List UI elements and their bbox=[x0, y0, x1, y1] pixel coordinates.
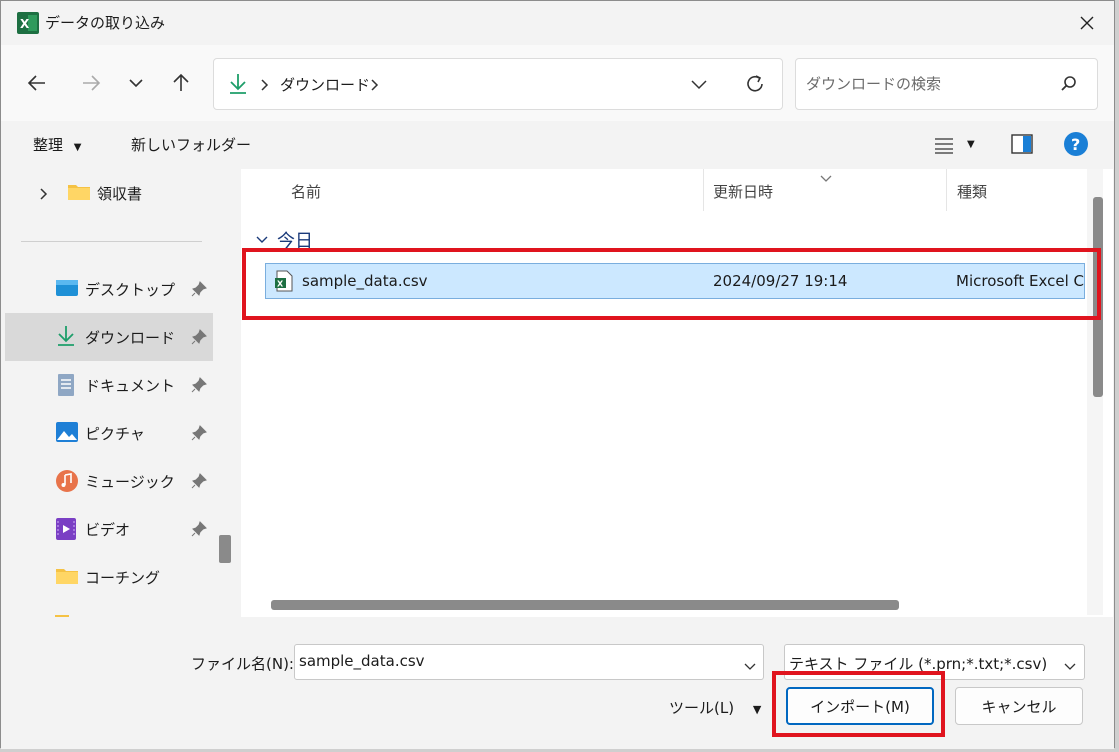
new-folder-button[interactable]: 新しいフォルダー bbox=[131, 134, 251, 155]
download-icon bbox=[55, 325, 79, 349]
collapse-chevron-icon[interactable] bbox=[255, 235, 269, 245]
column-header-name[interactable]: 名前 bbox=[291, 181, 321, 202]
download-icon bbox=[228, 73, 248, 99]
file-list-pane: 名前 更新日時 種類 今日 X sample_data.csv 2024/09/… bbox=[241, 169, 1113, 617]
sidebar-item-label: ビデオ bbox=[85, 520, 131, 539]
pin-icon[interactable] bbox=[191, 377, 207, 393]
column-divider[interactable] bbox=[946, 169, 947, 211]
tools-button[interactable]: ツール(L) ▼ bbox=[669, 697, 761, 718]
search-icon[interactable] bbox=[1060, 75, 1078, 97]
sidebar-item-coaching[interactable]: コーチング bbox=[5, 553, 213, 601]
sort-chevron-icon bbox=[819, 169, 833, 188]
filename-input[interactable] bbox=[299, 652, 719, 670]
up-arrow-icon[interactable] bbox=[165, 67, 197, 99]
breadcrumb-downloads[interactable]: ダウンロード bbox=[280, 74, 370, 95]
address-bar[interactable]: ダウンロード bbox=[213, 58, 783, 110]
folder-icon bbox=[67, 182, 91, 206]
preview-pane-icon[interactable] bbox=[1011, 134, 1033, 158]
sidebar-item-pictures[interactable]: ピクチャ bbox=[5, 409, 213, 457]
pin-icon[interactable] bbox=[191, 521, 207, 537]
sidebar-item-music[interactable]: ミュージック bbox=[5, 457, 213, 505]
column-header-type[interactable]: 種類 bbox=[957, 181, 987, 202]
sidebar-scrollbar-thumb[interactable] bbox=[219, 535, 231, 563]
desktop-icon bbox=[55, 277, 79, 301]
recent-chevron-down-icon[interactable] bbox=[120, 67, 152, 99]
pin-icon[interactable] bbox=[191, 329, 207, 345]
sidebar-item-downloads[interactable]: ダウンロード bbox=[5, 313, 213, 361]
import-data-dialog: X データの取り込み ダウンロード ダウンロードの検索 整理 ▼ 新しいフォルダ… bbox=[0, 0, 1115, 749]
video-icon bbox=[55, 517, 79, 541]
view-list-icon[interactable] bbox=[933, 135, 955, 159]
column-divider[interactable] bbox=[703, 169, 704, 211]
sidebar-item-label: コーチング bbox=[85, 568, 161, 587]
cancel-button[interactable]: キャンセル bbox=[955, 687, 1083, 725]
music-icon bbox=[55, 469, 79, 493]
navigation-bar: ダウンロード bbox=[1, 45, 1114, 121]
breadcrumb-chevron-icon[interactable] bbox=[370, 77, 380, 96]
filename-combobox[interactable] bbox=[294, 644, 764, 680]
sidebar-item-label: ミュージック bbox=[85, 472, 175, 491]
filetype-chevron-down-icon[interactable] bbox=[1063, 657, 1077, 676]
highlight-box-import bbox=[772, 671, 945, 737]
filename-chevron-down-icon[interactable] bbox=[743, 657, 757, 676]
highlight-box-file bbox=[242, 248, 1101, 320]
forward-arrow-icon[interactable] bbox=[75, 67, 107, 99]
sidebar-item-label: デスクトップ bbox=[85, 280, 176, 299]
sidebar-item-label: ピクチャ bbox=[85, 424, 145, 443]
address-dropdown-chevron-icon[interactable] bbox=[690, 77, 708, 96]
breadcrumb-chevron-icon bbox=[260, 77, 270, 96]
sidebar-item-label: 領収書 bbox=[97, 184, 143, 203]
sidebar-divider bbox=[21, 241, 202, 242]
sidebar-item-label: ダウンロード bbox=[85, 328, 176, 347]
organize-button[interactable]: 整理 ▼ bbox=[33, 134, 82, 155]
sidebar-item-documents[interactable]: ドキュメント bbox=[5, 361, 213, 409]
pin-icon[interactable] bbox=[191, 473, 207, 489]
caret-down-icon: ▼ bbox=[73, 142, 82, 153]
document-icon bbox=[55, 373, 79, 397]
close-icon[interactable] bbox=[1073, 9, 1101, 37]
pin-icon[interactable] bbox=[191, 281, 207, 297]
folder-icon bbox=[55, 566, 79, 590]
organize-label: 整理 bbox=[33, 136, 64, 154]
horizontal-scrollbar-thumb[interactable] bbox=[271, 600, 899, 610]
navigation-pane: 領収書 デスクトップ ダウンロード ドキュメント ピクチャ ミュージック ビデオ… bbox=[5, 169, 215, 617]
sidebar-item-receipts[interactable]: 領収書 bbox=[5, 169, 213, 217]
tools-label: ツール(L) bbox=[669, 699, 735, 717]
column-header-modified[interactable]: 更新日時 bbox=[713, 181, 773, 202]
view-caret-down-icon[interactable]: ▼ bbox=[967, 139, 975, 150]
sidebar-item-desktop[interactable]: デスクトップ bbox=[5, 265, 213, 313]
back-arrow-icon[interactable] bbox=[21, 67, 53, 99]
pin-icon[interactable] bbox=[191, 425, 207, 441]
pictures-icon bbox=[55, 421, 79, 445]
excel-icon: X bbox=[17, 12, 39, 34]
title-bar: X データの取り込み bbox=[1, 1, 1114, 45]
command-bar: 整理 ▼ 新しいフォルダー ▼ ? bbox=[1, 121, 1114, 169]
sidebar-item-videos[interactable]: ビデオ bbox=[5, 505, 213, 553]
search-box bbox=[795, 58, 1098, 110]
tools-caret-down-icon: ▼ bbox=[752, 703, 762, 716]
filename-label: ファイル名(N): bbox=[191, 655, 294, 673]
sidebar-item-label: ドキュメント bbox=[85, 376, 176, 395]
help-icon[interactable]: ? bbox=[1064, 132, 1088, 160]
dialog-footer: ファイル名(N): テキスト ファイル (*.prn;*.txt;*.csv) … bbox=[1, 617, 1114, 749]
refresh-icon[interactable] bbox=[744, 73, 766, 99]
svg-text:X: X bbox=[20, 17, 30, 31]
window-title: データの取り込み bbox=[45, 14, 166, 32]
svg-text:?: ? bbox=[1071, 135, 1080, 154]
expand-chevron-icon[interactable] bbox=[39, 186, 49, 205]
search-input[interactable] bbox=[806, 73, 1046, 95]
